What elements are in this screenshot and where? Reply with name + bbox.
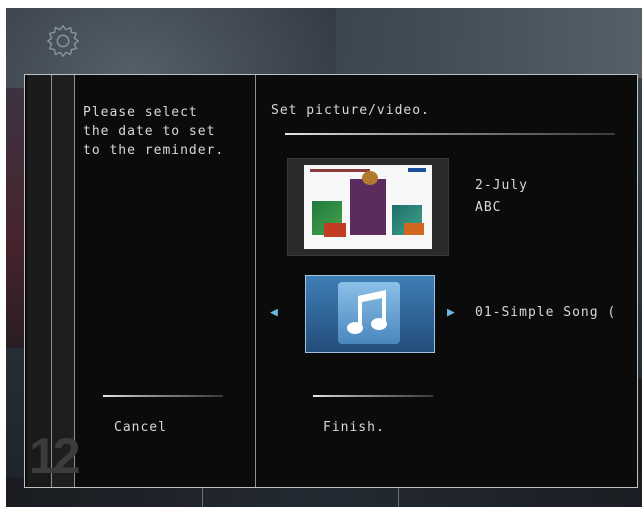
dialog-title: Set picture/video. — [271, 103, 430, 118]
music-note-icon — [347, 290, 387, 334]
calendar-strip — [27, 75, 52, 487]
picture-preview — [304, 165, 432, 249]
finish-button[interactable]: Finish. — [323, 420, 385, 435]
background-sky — [336, 8, 642, 78]
cancel-separator — [103, 395, 223, 397]
gear-icon[interactable] — [44, 22, 82, 60]
reminder-details: 2-July ABC — [475, 175, 528, 219]
cancel-button[interactable]: Cancel — [114, 420, 167, 435]
reminder-dialog: 12 Please select the date to set to the … — [24, 74, 638, 488]
reminder-event-name: ABC — [475, 200, 502, 215]
finish-separator — [313, 395, 433, 397]
picture-thumbnail[interactable] — [287, 158, 449, 256]
instruction-text: Please select the date to set to the rem… — [83, 105, 225, 158]
music-selector[interactable] — [305, 275, 435, 353]
right-arrow-icon[interactable]: ▶ — [447, 305, 455, 320]
left-arrow-icon[interactable]: ◀ — [270, 305, 278, 320]
calendar-day-digit: 12 — [29, 428, 81, 484]
photo-frame-screen: 12 Please select the date to set to the … — [6, 8, 642, 507]
title-separator — [285, 133, 615, 135]
calendar-strip — [52, 75, 75, 487]
panel-divider — [255, 75, 256, 487]
reminder-date: 2-July — [475, 178, 528, 193]
music-title: 01-Simple Song ( — [475, 305, 617, 320]
